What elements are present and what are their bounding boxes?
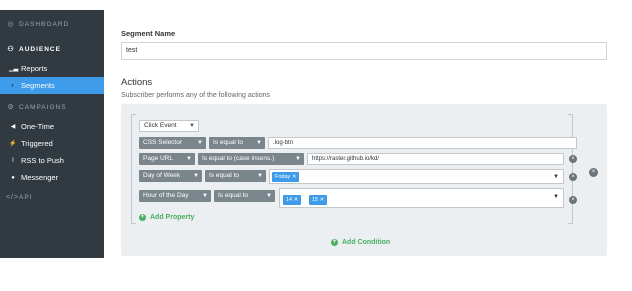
tag-remove-icon: ✕ — [319, 197, 325, 203]
nav-dashboard[interactable]: ◎ DASHBOARD — [0, 10, 104, 38]
multi-value-input[interactable]: 14 ✕ 15 ✕ ▼ — [279, 188, 564, 208]
chevron-down-icon: ▼ — [193, 173, 199, 179]
value-input[interactable]: https://raster.github.io/kd/ — [307, 153, 564, 165]
add-property-button[interactable]: + Add Property — [139, 214, 194, 221]
messenger-icon: ● — [11, 174, 15, 181]
multi-value-input[interactable]: Friday ✕ ▼ — [269, 169, 564, 184]
sidebar-item-messenger[interactable]: ● Messenger — [0, 169, 104, 186]
operator-select-value: Is equal to — [209, 172, 239, 179]
sidebar-item-label: Messenger — [21, 173, 59, 182]
triggered-icon: ⚡ — [9, 141, 17, 147]
campaigns-icon: ⚙ — [7, 104, 15, 111]
event-select-value: Click Event — [144, 122, 177, 129]
sidebar-item-one-time[interactable]: ◀ One-Time — [0, 118, 104, 135]
rss-icon: ⌇ — [11, 158, 15, 164]
remove-group-icon[interactable]: × — [589, 168, 598, 177]
property-select[interactable]: Day of Week ▼ — [139, 170, 202, 182]
value-tag[interactable]: Friday ✕ — [272, 172, 300, 182]
reports-icon: ▁▃ — [9, 66, 19, 72]
sidebar-item-label: Reports — [21, 64, 48, 73]
event-select[interactable]: Click Event ▼ — [139, 120, 199, 132]
chevron-down-icon: ▼ — [295, 156, 301, 162]
chevron-down-icon: ▼ — [186, 156, 192, 162]
operator-select[interactable]: Is equal to (case insens.) ▼ — [198, 153, 304, 165]
segment-name-label: Segment Name — [121, 29, 176, 38]
sidebar-item-label: One-Time — [21, 122, 55, 131]
remove-property-icon[interactable]: × — [569, 155, 577, 163]
property-select-value: Hour of the Day — [143, 192, 189, 199]
add-condition-button[interactable]: + Add Condition — [331, 239, 390, 246]
sidebar-item-label: Triggered — [21, 139, 53, 148]
nav-api-label: API — [19, 193, 33, 201]
segments-icon: ◐ — [11, 82, 15, 89]
operator-select-value: Is equal to — [213, 139, 243, 146]
chevron-down-icon: ▼ — [266, 193, 272, 199]
chevron-down-icon: ▼ — [197, 140, 203, 146]
value-tag[interactable]: 15 ✕ — [309, 195, 328, 205]
add-condition-label: Add Condition — [342, 239, 391, 246]
nav-api[interactable]: </> API — [0, 186, 104, 208]
property-select-value: CSS Selector — [143, 139, 183, 146]
one-time-icon: ◀ — [10, 124, 16, 130]
rule-bracket-right — [568, 114, 573, 224]
sidebar-item-reports[interactable]: ▁▃ Reports — [0, 60, 104, 77]
sidebar-item-triggered[interactable]: ⚡ Triggered — [0, 135, 104, 152]
plus-icon: + — [139, 214, 146, 221]
rule-group: Click Event ▼ CSS Selector ▼ Is equal to… — [131, 114, 577, 224]
nav-audience-label: AUDIENCE — [19, 45, 61, 53]
nav-campaigns[interactable]: ⚙ CAMPAIGNS — [0, 96, 104, 118]
chevron-down-icon: ▼ — [553, 194, 559, 200]
chevron-down-icon: ▼ — [256, 140, 262, 146]
actions-heading: Actions — [121, 77, 153, 88]
code-icon: </> — [6, 193, 20, 201]
rule-bracket-left — [131, 114, 136, 224]
operator-select[interactable]: Is equal to ▼ — [214, 190, 275, 202]
actions-subtitle: Subscriber performs any of the following… — [121, 92, 271, 99]
sidebar: ◎ DASHBOARD ⚇ AUDIENCE ▁▃ Reports ◐ Segm… — [0, 10, 104, 258]
operator-select[interactable]: Is equal to ▼ — [209, 137, 265, 149]
dashboard-icon: ◎ — [7, 21, 15, 28]
chevron-down-icon: ▼ — [189, 123, 195, 129]
plus-icon: + — [331, 239, 338, 246]
chevron-down-icon: ▼ — [553, 174, 559, 180]
sidebar-item-label: RSS to Push — [21, 156, 64, 165]
property-select-value: Day of Week — [143, 172, 181, 179]
nav-dashboard-label: DASHBOARD — [19, 20, 70, 28]
sidebar-item-segments[interactable]: ◐ Segments — [0, 77, 104, 94]
segment-name-input[interactable]: test — [121, 42, 607, 60]
nav-audience[interactable]: ⚇ AUDIENCE — [0, 38, 104, 60]
operator-select-value: Is equal to (case insens.) — [202, 155, 275, 162]
audience-icon: ⚇ — [7, 46, 15, 53]
operator-select[interactable]: Is equal to ▼ — [205, 170, 266, 182]
value-tag[interactable]: 14 ✕ — [283, 195, 302, 205]
chevron-down-icon: ▼ — [257, 173, 263, 179]
nav-campaigns-label: CAMPAIGNS — [19, 103, 67, 111]
operator-select-value: Is equal to — [218, 192, 248, 199]
property-select[interactable]: CSS Selector ▼ — [139, 137, 206, 149]
sidebar-item-rss[interactable]: ⌇ RSS to Push — [0, 152, 104, 169]
remove-property-icon[interactable]: × — [569, 173, 577, 181]
remove-property-icon[interactable]: × — [569, 196, 577, 204]
property-select[interactable]: Page URL ▼ — [139, 153, 195, 165]
property-select[interactable]: Hour of the Day ▼ — [139, 190, 211, 202]
value-input[interactable]: .log-btn — [268, 137, 577, 149]
actions-panel: Click Event ▼ CSS Selector ▼ Is equal to… — [121, 104, 607, 256]
sidebar-item-label: Segments — [21, 81, 55, 90]
add-property-label: Add Property — [150, 214, 195, 221]
tag-remove-icon: ✕ — [291, 174, 297, 180]
chevron-down-icon: ▼ — [202, 193, 208, 199]
property-select-value: Page URL — [143, 155, 173, 162]
tag-remove-icon: ✕ — [293, 197, 299, 203]
